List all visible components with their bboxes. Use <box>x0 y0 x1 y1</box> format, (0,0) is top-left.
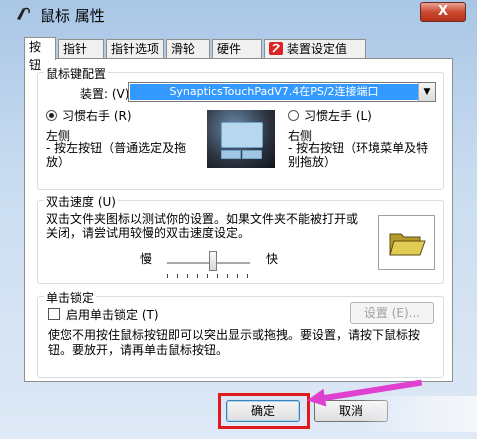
double-click-instructions: 双击文件夹图标以测试你的设置。如果文件夹不能被打开或关闭，请尝试用较慢的双击速度… <box>46 212 359 240</box>
tab-device-settings[interactable]: 装置设定值 <box>264 39 366 58</box>
click-lock-checkbox[interactable]: 启用单击锁定 (T) <box>48 306 159 323</box>
click-lock-title: 单击锁定 <box>44 289 97 306</box>
folder-icon[interactable] <box>388 228 426 258</box>
chevron-down-icon[interactable]: ▼ <box>418 83 435 101</box>
click-lock-description: 使您不用按住鼠标按钮即可以突出显示或拖拽。要设置，请按下鼠标按钮。要放开，请再单… <box>48 328 421 357</box>
tab-device-settings-label: 装置设定值 <box>287 42 348 56</box>
slow-label: 慢 <box>140 252 153 266</box>
annotation-arrow-icon <box>305 388 327 410</box>
tab-pointer-options[interactable]: 指针选项 <box>106 39 164 58</box>
mouse-config-title: 鼠标键配置 <box>44 65 109 82</box>
touchpad-surface <box>221 122 263 148</box>
touchpad-right-button <box>242 150 262 159</box>
close-button[interactable]: X <box>420 2 466 22</box>
window-title: 鼠标 属性 <box>40 7 105 25</box>
device-select-value: SynapticsTouchPadV7.4在PS/2连接端口 <box>130 84 418 100</box>
double-click-slider-thumb[interactable] <box>208 251 217 271</box>
touchpad-left-button <box>221 150 241 159</box>
slider-ticks <box>167 274 250 278</box>
right-side-description: - 按右按钮（环境菜单及特别拖放） <box>288 141 429 169</box>
radio-right-hand-label: 习惯右手 (R) <box>62 109 132 123</box>
mouse-pointer-icon <box>17 7 30 20</box>
device-select[interactable]: SynapticsTouchPadV7.4在PS/2连接端口 ▼ <box>128 82 436 102</box>
tab-pointers[interactable]: 指针 <box>58 39 104 58</box>
device-label: 装置: (V) <box>80 87 130 101</box>
radio-left-hand-indicator[interactable] <box>288 110 299 121</box>
click-lock-checkbox-box[interactable] <box>48 308 60 320</box>
tab-wheel[interactable]: 滑轮 <box>166 39 210 58</box>
radio-right-hand[interactable]: 习惯右手 (R) <box>46 107 132 124</box>
synaptics-logo-icon <box>269 42 283 55</box>
double-click-title: 双击速度 (U) <box>44 193 118 210</box>
radio-right-hand-indicator[interactable] <box>46 110 57 121</box>
fast-label: 快 <box>266 252 279 266</box>
touchpad-image <box>207 110 275 168</box>
radio-left-hand-label: 习惯左手 (L) <box>304 109 372 123</box>
tab-buttons[interactable]: 按钮 <box>24 37 56 72</box>
left-side-description: - 按左按钮（普通选定及拖放） <box>46 141 187 169</box>
radio-left-hand[interactable]: 习惯左手 (L) <box>288 107 372 124</box>
test-folder-box[interactable] <box>378 215 435 270</box>
ok-highlight-annotation <box>218 393 310 429</box>
tab-hardware[interactable]: 硬件 <box>212 39 262 58</box>
fade-overlay <box>360 396 477 432</box>
click-lock-settings-button[interactable]: 设置 (E)... <box>350 302 434 324</box>
click-lock-checkbox-label: 启用单击锁定 (T) <box>66 308 159 322</box>
title-bar: 鼠标 属性 X <box>0 0 477 30</box>
